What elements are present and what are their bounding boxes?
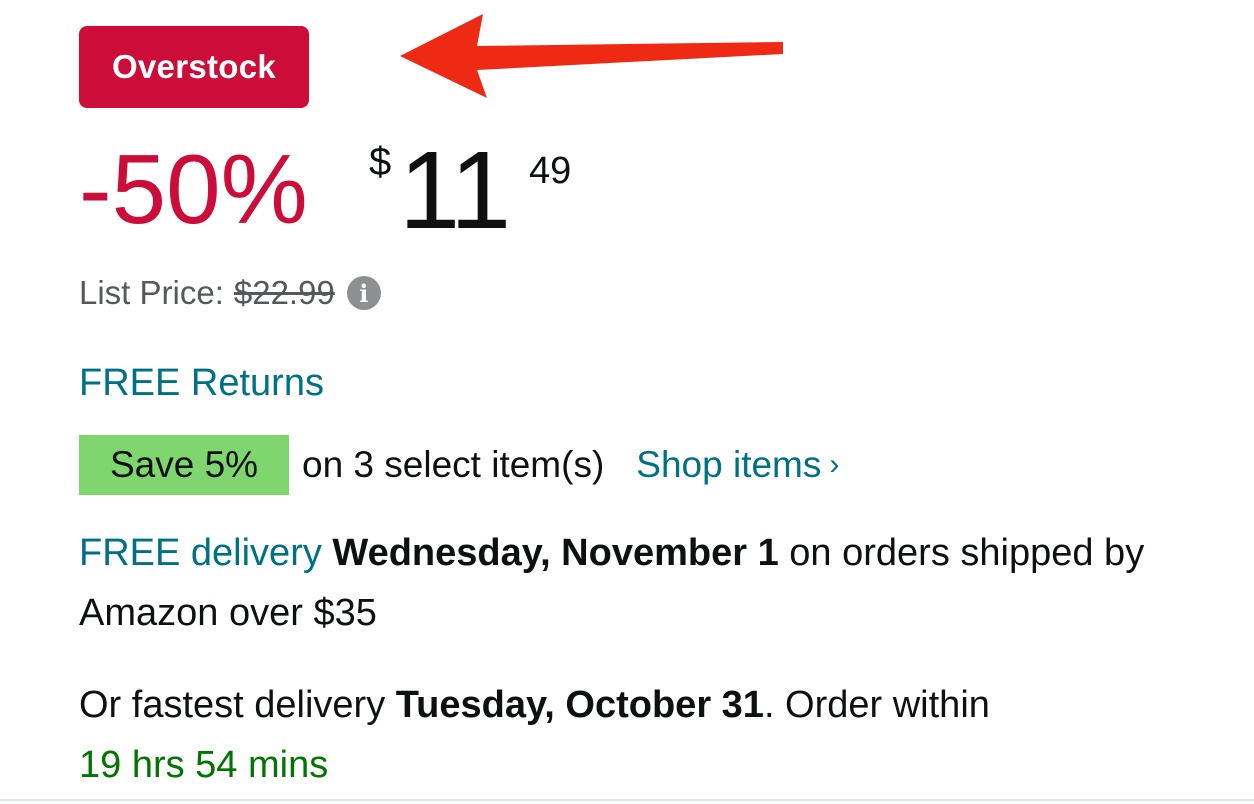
fastest-middle: . Order within: [763, 684, 990, 726]
red-arrow-icon: [400, 14, 783, 98]
currency-symbol: $: [369, 140, 392, 184]
save-badge: Save 5%: [79, 435, 289, 495]
discount-percent: -50%: [79, 134, 308, 244]
shop-items-link[interactable]: Shop items ›: [636, 444, 839, 486]
overstock-badge: Overstock: [79, 26, 309, 108]
free-delivery-link[interactable]: FREE delivery: [79, 532, 322, 574]
fastest-delivery-message: Or fastest delivery Tuesday, October 31.…: [79, 675, 1229, 795]
fastest-prefix: Or fastest delivery: [79, 684, 396, 726]
order-countdown: 19 hrs 54 mins: [79, 744, 329, 786]
list-price-label: List Price:: [79, 274, 224, 311]
price-whole: 11: [399, 129, 511, 252]
coupon-row: Save 5% on 3 select item(s) Shop items ›: [79, 435, 839, 495]
delivery-message: FREE delivery Wednesday, November 1 on o…: [79, 523, 1189, 643]
list-price-value: $22.99: [233, 274, 335, 311]
delivery-date: Wednesday, November 1: [332, 532, 779, 574]
info-icon[interactable]: i: [346, 276, 381, 310]
fastest-date: Tuesday, October 31: [395, 684, 764, 726]
coupon-text: on 3 select item(s): [302, 444, 605, 485]
free-returns-link[interactable]: FREE Returns: [79, 362, 324, 405]
shop-items-label: Shop items: [636, 444, 822, 485]
chevron-right-icon: ›: [829, 448, 840, 481]
divider: [0, 799, 1254, 801]
price-fraction: 49: [529, 150, 572, 192]
list-price: List Price: $22.99 i: [79, 274, 381, 312]
